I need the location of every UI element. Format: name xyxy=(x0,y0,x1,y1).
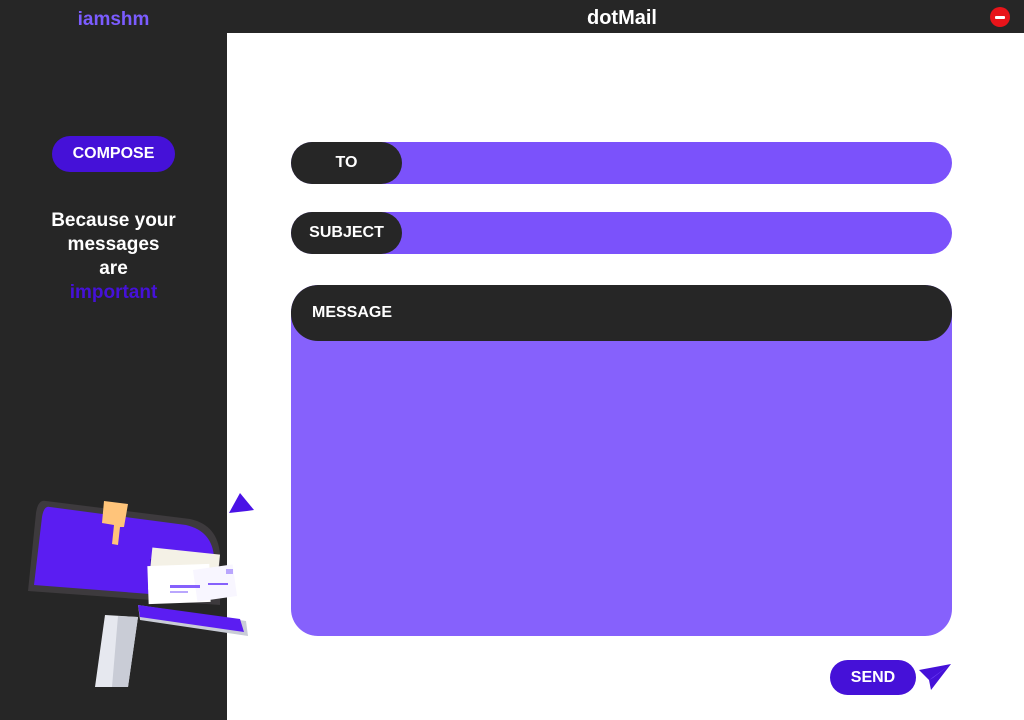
to-label: TO xyxy=(291,142,402,184)
tagline-line: are xyxy=(99,258,128,279)
to-field[interactable]: TO xyxy=(291,142,952,184)
tagline-highlight: important xyxy=(69,282,158,303)
envelope-stamp xyxy=(226,569,233,574)
message-label: MESSAGE xyxy=(291,285,952,341)
minus-circle-icon xyxy=(995,15,1005,19)
subject-label: SUBJECT xyxy=(291,212,402,254)
mailbox-illustration xyxy=(28,493,254,687)
compose-button[interactable]: COMPOSE xyxy=(52,136,175,172)
envelope-line xyxy=(208,583,228,585)
paper-plane-icon xyxy=(229,493,254,513)
tagline-line: messages xyxy=(67,234,160,255)
envelope-line xyxy=(170,585,200,588)
envelope-line xyxy=(170,591,188,593)
message-input[interactable] xyxy=(312,351,932,621)
subject-field[interactable]: SUBJECT xyxy=(291,212,952,254)
subject-input[interactable] xyxy=(411,212,931,254)
to-input[interactable] xyxy=(411,142,931,184)
message-field[interactable]: MESSAGE xyxy=(291,285,952,636)
paper-plane-icon[interactable] xyxy=(917,662,953,692)
mailbox-flap xyxy=(138,605,244,632)
close-button[interactable] xyxy=(990,7,1010,27)
app-title: dotMail xyxy=(587,7,657,29)
tagline: Because your messages are important xyxy=(0,209,227,305)
compose-panel: TO SUBJECT MESSAGE SEND xyxy=(227,33,1024,720)
tagline-line: Because your xyxy=(51,210,176,231)
send-button[interactable]: SEND xyxy=(830,660,916,695)
title-bar: iamshm dotMail xyxy=(0,0,1024,33)
